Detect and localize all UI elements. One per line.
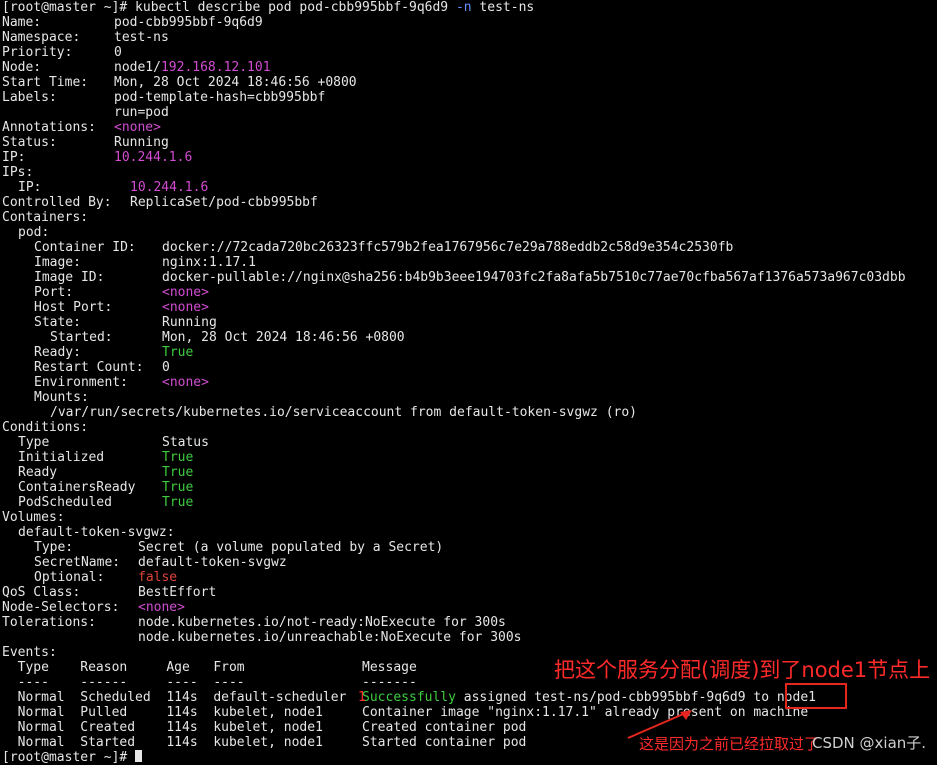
qos-class-row: QoS Class: BestEffort xyxy=(2,585,217,600)
status-row: Status: Running xyxy=(2,135,169,150)
volume-secretname-row: SecretName: default-token-svgwz xyxy=(34,555,287,570)
labels-row-2: run=pod xyxy=(114,105,169,120)
cursor xyxy=(135,750,143,762)
watermark: CSDN @xian子. xyxy=(812,734,927,752)
restart-count-row: Restart Count: 0 xyxy=(34,360,170,375)
port-row: Port: <none> xyxy=(34,285,209,300)
mounts-row: Mounts: xyxy=(34,390,89,405)
image-row: Image: nginx:1.17.1 xyxy=(34,255,256,270)
condition-pod-scheduled: PodScheduled True xyxy=(18,495,194,510)
environment-row: Environment: <none> xyxy=(34,375,209,390)
labels-row: Labels: pod-template-hash=cbb995bbf xyxy=(2,90,326,105)
volumes-row: Volumes: xyxy=(2,510,65,525)
condition-containers-ready: ContainersReady True xyxy=(18,480,194,495)
state-row: State: Running xyxy=(34,315,217,330)
annotation-bottom-note: 这是因为之前已经拉取过了 xyxy=(639,735,820,753)
container-pod-row: pod: xyxy=(18,225,50,240)
event-started: Normal Started 114s kubelet, node1 Start… xyxy=(2,735,527,750)
host-port-row: Host Port: <none> xyxy=(34,300,209,315)
conditions-header: Type Status xyxy=(18,435,209,450)
volume-name-row: default-token-svgwz: xyxy=(18,525,175,540)
name-row: Name: pod-cbb995bbf-9q6d9 xyxy=(2,15,263,30)
node-row: Node: node1/192.168.12.101 xyxy=(2,60,271,75)
mount-path-row: /var/run/secrets/kubernetes.io/serviceac… xyxy=(50,405,637,420)
events-header: Type Reason Age From Message xyxy=(2,660,417,675)
condition-initialized: Initialized True xyxy=(18,450,194,465)
image-id-row: Image ID: docker-pullable://nginx@sha256:… xyxy=(34,270,906,285)
events-separator: ---- ------ ---- ---- ------- xyxy=(2,675,417,690)
tolerations-row-2: node.kubernetes.io/unreachable:NoExecute… xyxy=(138,630,522,645)
tolerations-row: Tolerations: node.kubernetes.io/not-ready… xyxy=(2,615,506,630)
ip-row: IP: 10.244.1.6 xyxy=(2,150,193,165)
command-line: [root@master ~]# kubectl describe pod po… xyxy=(2,0,535,15)
ips-row: IPs: xyxy=(2,165,34,180)
event-created: Normal Created 114s kubelet, node1 Creat… xyxy=(2,720,527,735)
ips-ip-row: IP: 10.244.1.6 xyxy=(18,180,209,195)
annotation-marker: 1 xyxy=(358,690,367,705)
priority-row: Priority: 0 xyxy=(2,45,122,60)
annotation-top-note: 把这个服务分配(调度)到了node1节点上 xyxy=(554,658,931,682)
condition-ready: Ready True xyxy=(18,465,194,480)
annotation-highlight-box xyxy=(785,683,847,709)
started-row: Started: Mon, 28 Oct 2024 18:46:56 +0800 xyxy=(50,330,405,345)
start-time-row: Start Time: Mon, 28 Oct 2024 18:46:56 +08… xyxy=(2,75,357,90)
volume-optional-row: Optional: false xyxy=(34,570,178,585)
terminal-window[interactable]: [root@master ~]# kubectl describe pod po… xyxy=(0,0,937,765)
annotations-row: Annotations: <none> xyxy=(2,120,161,135)
volume-type-row: Type: Secret (a volume populated by a Sec… xyxy=(34,540,444,555)
conditions-row: Conditions: xyxy=(2,420,89,435)
event-scheduled: Normal Scheduled 114s default-scheduler … xyxy=(2,690,816,705)
events-row: Events: xyxy=(2,645,57,660)
node-selectors-row: Node-Selectors: <none> xyxy=(2,600,185,615)
containers-row: Containers: xyxy=(2,210,89,225)
container-id-row: Container ID: docker://72cada720bc26323ff… xyxy=(34,240,734,255)
controlled-by-row: Controlled By: ReplicaSet/pod-cbb995bbf xyxy=(2,195,318,210)
namespace-row: Namespace: test-ns xyxy=(2,30,169,45)
ready-row: Ready: True xyxy=(34,345,194,360)
